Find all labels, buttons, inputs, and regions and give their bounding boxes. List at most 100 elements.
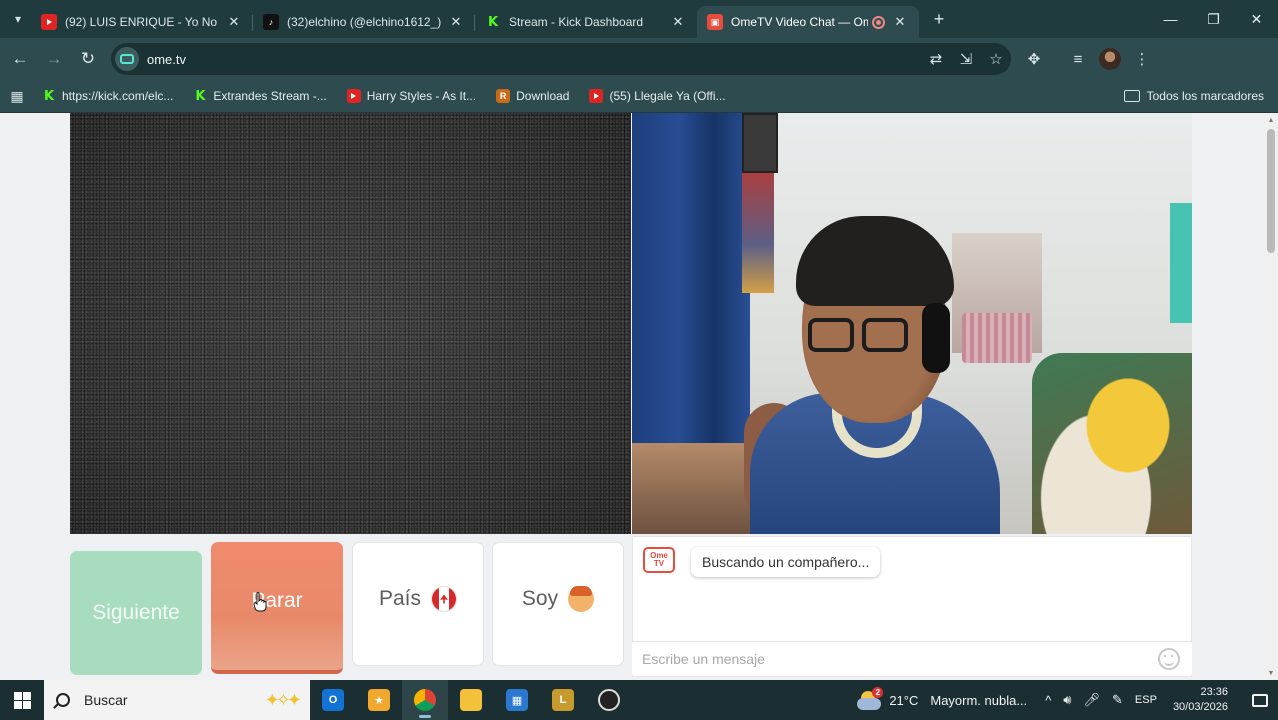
r-icon: R [496, 89, 511, 103]
folder-icon [1123, 90, 1140, 102]
close-icon[interactable]: ✕ [225, 13, 243, 31]
clock[interactable]: 23:36 30/03/2026 [1173, 685, 1228, 715]
webcam-clothes-pile [1032, 353, 1192, 534]
microphone-icon[interactable]: 🎤︎ [1084, 692, 1101, 708]
boy-icon [568, 586, 595, 612]
close-window-button[interactable]: ✕ [1235, 0, 1278, 38]
scroll-up-icon[interactable]: ▲ [1267, 117, 1275, 125]
webcam-headset [922, 303, 950, 373]
chrome-icon [414, 689, 436, 711]
speaker-icon[interactable]: 🔊︎ [1063, 692, 1071, 708]
windows-taskbar: Buscar ✦✧✦ O ★ ▦ L 2 21°C Mayorm. nubla.… [0, 680, 1278, 720]
taskbar-chrome[interactable] [402, 680, 448, 720]
bookmark-label: https://kick.com/elc... [62, 89, 174, 103]
youtube-icon [41, 14, 57, 30]
install-app-icon[interactable]: ⇲ [951, 44, 981, 74]
new-tab-button[interactable]: + [925, 5, 953, 33]
ometv-logo: Ome TV [643, 547, 675, 573]
taskbar-file-explorer[interactable] [448, 680, 494, 720]
chevron-up-icon[interactable]: ^ [1045, 693, 1051, 708]
emoji-icon[interactable] [1158, 647, 1180, 670]
taskbar-obs[interactable] [586, 680, 632, 720]
status-message: Buscando un compañero... [691, 547, 881, 577]
next-label: Siguiente [92, 601, 180, 624]
hand-cursor-icon [253, 592, 267, 612]
browser-toolbar: ← → ↻ ome.tv ⇄ ⇲ ☆ ✥ ≡ ⋮ [0, 38, 1278, 80]
taskbar-store[interactable]: ▦ [494, 680, 540, 720]
taskbar-search[interactable]: Buscar ✦✧✦ [44, 680, 310, 720]
taskbar-league-client[interactable]: L [540, 680, 586, 720]
page-scrollbar[interactable]: ▲ ▼ [1264, 113, 1278, 680]
bookmark-llegale-ya[interactable]: (55) Llegale Ya (Offi... [581, 83, 733, 109]
bookmark-extrandes-stream[interactable]: K Extrandes Stream -... [185, 83, 334, 109]
profile-avatar[interactable] [1099, 48, 1121, 70]
tab-youtube-luis-enrique[interactable]: (92) LUIS ENRIQUE - Yo No Se M ✕ [31, 6, 253, 38]
all-bookmarks-label: Todos los marcadores [1146, 89, 1264, 103]
close-icon[interactable]: ✕ [447, 13, 465, 31]
ometv-icon: ▣ [707, 14, 723, 30]
gender-label: Soy [521, 587, 559, 610]
tab-strip: ▾ (92) LUIS ENRIQUE - Yo No Se M ✕ ♪ (32… [0, 0, 1278, 38]
tab-ometv[interactable]: ▣ OmeTV Video Chat — Ome ✕ [697, 6, 919, 38]
language-indicator[interactable]: ESP [1135, 694, 1157, 706]
start-button[interactable] [0, 680, 44, 720]
recording-icon [872, 15, 885, 29]
webcam-basket [962, 313, 1032, 363]
outlook-icon: O [322, 689, 344, 711]
arrow-right-icon: → [45, 49, 63, 68]
webcam-desk [632, 443, 762, 534]
close-icon[interactable]: ✕ [669, 13, 687, 31]
clock-time: 23:36 [1200, 686, 1228, 698]
tab-tiktok-elchino[interactable]: ♪ (32)elchino (@elchino1612_) | T ✕ [253, 6, 475, 38]
obs-icon [598, 689, 620, 711]
notification-button[interactable] [1242, 693, 1278, 707]
country-filter-button[interactable]: País [352, 542, 484, 666]
youtube-icon [589, 89, 604, 103]
weather-description[interactable]: Mayorm. nubla... [930, 693, 1027, 708]
url-text[interactable]: ome.tv [147, 52, 921, 67]
translate-icon[interactable]: ⇄ [921, 44, 951, 74]
bookmark-label: Extrandes Stream -... [213, 89, 327, 103]
forward-button[interactable]: → [37, 42, 71, 76]
star-icon[interactable]: ☆ [981, 44, 1011, 74]
gender-filter-button[interactable]: Soy [492, 542, 624, 666]
back-button[interactable]: ← [3, 42, 37, 76]
scrollbar-thumb[interactable] [1267, 129, 1275, 253]
address-bar[interactable]: ome.tv ⇄ ⇲ ☆ [111, 43, 1011, 75]
pen-icon[interactable]: ✎ [1112, 692, 1123, 708]
extensions-icon[interactable]: ✥ [1019, 44, 1049, 74]
bookmark-download[interactable]: R Download [488, 83, 577, 109]
kick-icon: K [43, 88, 55, 104]
next-button[interactable]: Siguiente [70, 551, 202, 675]
weather-icon[interactable]: 2 [855, 687, 884, 711]
minimize-button[interactable]: — [1149, 0, 1192, 38]
chat-input-row [632, 641, 1192, 675]
notification-icon [1252, 693, 1268, 707]
weather-temp[interactable]: 21°C [889, 693, 918, 708]
message-input[interactable] [642, 650, 1158, 667]
weather-badge: 2 [872, 687, 884, 698]
stop-button[interactable]: Parar [211, 542, 343, 674]
country-label: País [378, 587, 422, 610]
tab-search-button[interactable]: ▾ [5, 6, 31, 32]
close-icon[interactable]: ✕ [891, 13, 909, 31]
taskbar-outlook[interactable]: O [310, 680, 356, 720]
webcam-teal-cloth [1170, 203, 1192, 323]
media-control-icon[interactable]: ≡ [1063, 44, 1093, 74]
more-menu-icon[interactable]: ⋮ [1127, 44, 1157, 74]
scroll-down-icon[interactable]: ▼ [1267, 670, 1275, 678]
chevron-down-icon: ▾ [14, 12, 22, 26]
canada-flag-icon [431, 586, 458, 612]
bookmark-label: (55) Llegale Ya (Offi... [609, 89, 726, 103]
reload-button[interactable]: ↻ [71, 42, 105, 76]
apps-grid-icon[interactable]: ▦ [0, 82, 34, 110]
site-info-icon[interactable] [115, 47, 139, 71]
all-bookmarks-button[interactable]: Todos los marcadores [1123, 89, 1264, 103]
bookmark-kick-elchino[interactable]: K https://kick.com/elc... [34, 83, 181, 109]
reload-icon: ↻ [80, 49, 96, 68]
windows-logo-icon [13, 691, 31, 709]
taskbar-medal-app[interactable]: ★ [356, 680, 402, 720]
tab-kick-dashboard[interactable]: K Stream - Kick Dashboard ✕ [475, 6, 697, 38]
bookmark-harry-styles[interactable]: Harry Styles - As It... [339, 83, 484, 109]
restore-button[interactable]: ❐ [1192, 0, 1235, 38]
